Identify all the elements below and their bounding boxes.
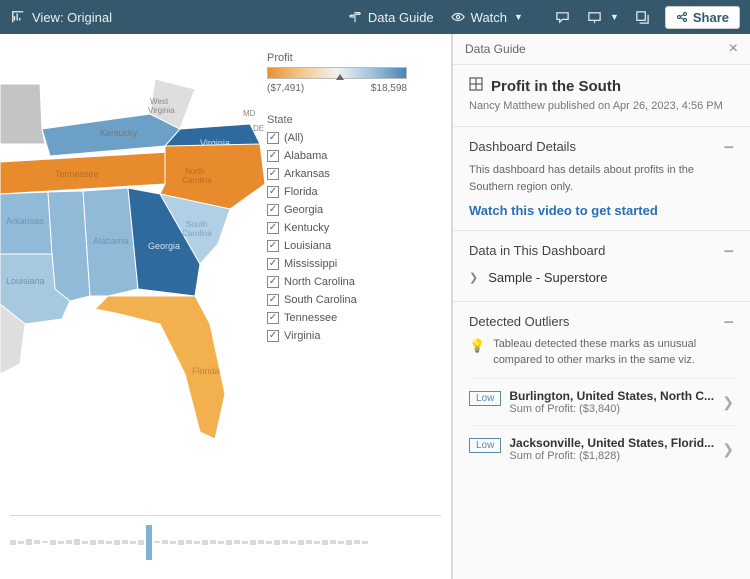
watch-button[interactable]: Watch ▼	[442, 5, 531, 29]
main-content: Kentucky WestVirginia Virginia MD DE Ten…	[0, 34, 750, 579]
bar-chart-icon	[10, 9, 26, 25]
eye-icon	[450, 9, 466, 25]
viz-area: Kentucky WestVirginia Virginia MD DE Ten…	[0, 34, 452, 579]
outlier-badge: Low	[469, 438, 501, 453]
outliers-desc: Tableau detected these marks as unusual …	[493, 337, 734, 368]
fullscreen-button[interactable]	[627, 5, 659, 29]
svg-text:Arkansas: Arkansas	[6, 216, 44, 226]
top-toolbar: View: Original Data Guide Watch ▼ ▼	[0, 0, 750, 34]
collapse-icon[interactable]: −	[723, 142, 734, 152]
data-guide-panel: Data Guide × Profit in the South Nancy M…	[452, 34, 750, 579]
svg-text:South: South	[186, 220, 207, 229]
svg-text:Carolina: Carolina	[182, 176, 212, 185]
state-missouri[interactable]	[0, 84, 45, 144]
details-heading: Dashboard Details	[469, 139, 576, 154]
comment-icon	[555, 9, 571, 25]
close-icon[interactable]: ×	[729, 40, 738, 58]
chevron-right-icon[interactable]: ❯	[722, 394, 734, 411]
chevron-down-icon: ▼	[514, 12, 523, 22]
svg-text:West: West	[150, 97, 169, 106]
svg-text:Tennessee: Tennessee	[55, 169, 99, 179]
presentation-icon	[587, 9, 603, 25]
filter-item[interactable]: ✓North Carolina	[267, 273, 427, 291]
svg-text:Virginia: Virginia	[148, 106, 175, 115]
svg-text:North: North	[185, 167, 205, 176]
svg-text:Carolina: Carolina	[182, 229, 212, 238]
view-label-text: View: Original	[32, 10, 112, 25]
color-legend: Profit ($7,491) $18,598	[267, 52, 427, 94]
outlier-sub: Sum of Profit: ($1,828)	[509, 450, 714, 462]
watch-label: Watch	[471, 10, 507, 25]
filter-item[interactable]: ✓Louisiana	[267, 237, 427, 255]
svg-text:Georgia: Georgia	[148, 241, 180, 251]
collapse-icon[interactable]: −	[723, 246, 734, 256]
data-heading: Data in This Dashboard	[469, 243, 605, 258]
legend-gradient[interactable]	[267, 67, 407, 79]
details-body: This dashboard has details about profits…	[469, 162, 734, 195]
outlier-title: Burlington, United States, North C...	[509, 389, 714, 403]
bar-chart-preview[interactable]	[10, 515, 441, 571]
chevron-right-icon[interactable]: ❯	[722, 441, 734, 458]
collapse-icon[interactable]: −	[723, 317, 734, 327]
legend-title: Profit	[267, 52, 427, 64]
share-icon	[676, 11, 688, 23]
filter-all[interactable]: ✓(All)	[267, 129, 427, 147]
fullscreen-icon	[635, 9, 651, 25]
filter-item[interactable]: ✓Arkansas	[267, 165, 427, 183]
filter-item[interactable]: ✓Tennessee	[267, 309, 427, 327]
state-filter: State ✓(All) ✓Alabama✓Arkansas✓Florida✓G…	[267, 114, 427, 345]
dashboard-icon	[469, 77, 483, 95]
svg-text:Louisiana: Louisiana	[6, 276, 45, 286]
chevron-down-icon: ▼	[610, 12, 619, 22]
filter-title: State	[267, 114, 427, 126]
panel-title: Data Guide	[465, 42, 526, 56]
lightbulb-icon: 💡	[469, 337, 485, 368]
outliers-heading: Detected Outliers	[469, 314, 569, 329]
video-link[interactable]: Watch this video to get started	[469, 203, 658, 218]
legend-min: ($7,491)	[267, 83, 304, 94]
dashboard-byline: Nancy Matthew published on Apr 26, 2023,…	[469, 99, 734, 114]
dashboard-title: Profit in the South	[491, 78, 621, 95]
datasource-name: Sample - Superstore	[488, 270, 607, 285]
data-guide-button[interactable]: Data Guide	[339, 5, 442, 29]
share-label: Share	[693, 10, 729, 25]
data-guide-label: Data Guide	[368, 10, 434, 25]
outlier-title: Jacksonville, United States, Florid...	[509, 436, 714, 450]
svg-text:Kentucky: Kentucky	[100, 128, 138, 138]
svg-text:DE: DE	[253, 124, 264, 133]
legend-max: $18,598	[371, 83, 407, 94]
choropleth-map[interactable]: Kentucky WestVirginia Virginia MD DE Ten…	[0, 34, 270, 504]
outlier-item[interactable]: Low Burlington, United States, North C...…	[469, 378, 734, 425]
present-button[interactable]: ▼	[579, 5, 627, 29]
share-button[interactable]: Share	[665, 6, 740, 29]
filter-item[interactable]: ✓Georgia	[267, 201, 427, 219]
outlier-item[interactable]: Low Jacksonville, United States, Florid..…	[469, 425, 734, 472]
chevron-right-icon: ❯	[469, 271, 478, 284]
svg-text:Florida: Florida	[192, 366, 220, 376]
outlier-sub: Sum of Profit: ($3,840)	[509, 403, 714, 415]
filter-item[interactable]: ✓Florida	[267, 183, 427, 201]
filter-item[interactable]: ✓Mississippi	[267, 255, 427, 273]
comments-button[interactable]	[547, 5, 579, 29]
signpost-icon	[347, 9, 363, 25]
datasource-row[interactable]: ❯ Sample - Superstore	[469, 266, 734, 289]
svg-text:MD: MD	[243, 109, 256, 118]
view-selector[interactable]: View: Original	[10, 9, 112, 25]
filter-item[interactable]: ✓Kentucky	[267, 219, 427, 237]
filter-item[interactable]: ✓Alabama	[267, 147, 427, 165]
outlier-badge: Low	[469, 391, 501, 406]
filter-item[interactable]: ✓South Carolina	[267, 291, 427, 309]
svg-text:Alabama: Alabama	[93, 236, 129, 246]
filter-item[interactable]: ✓Virginia	[267, 327, 427, 345]
